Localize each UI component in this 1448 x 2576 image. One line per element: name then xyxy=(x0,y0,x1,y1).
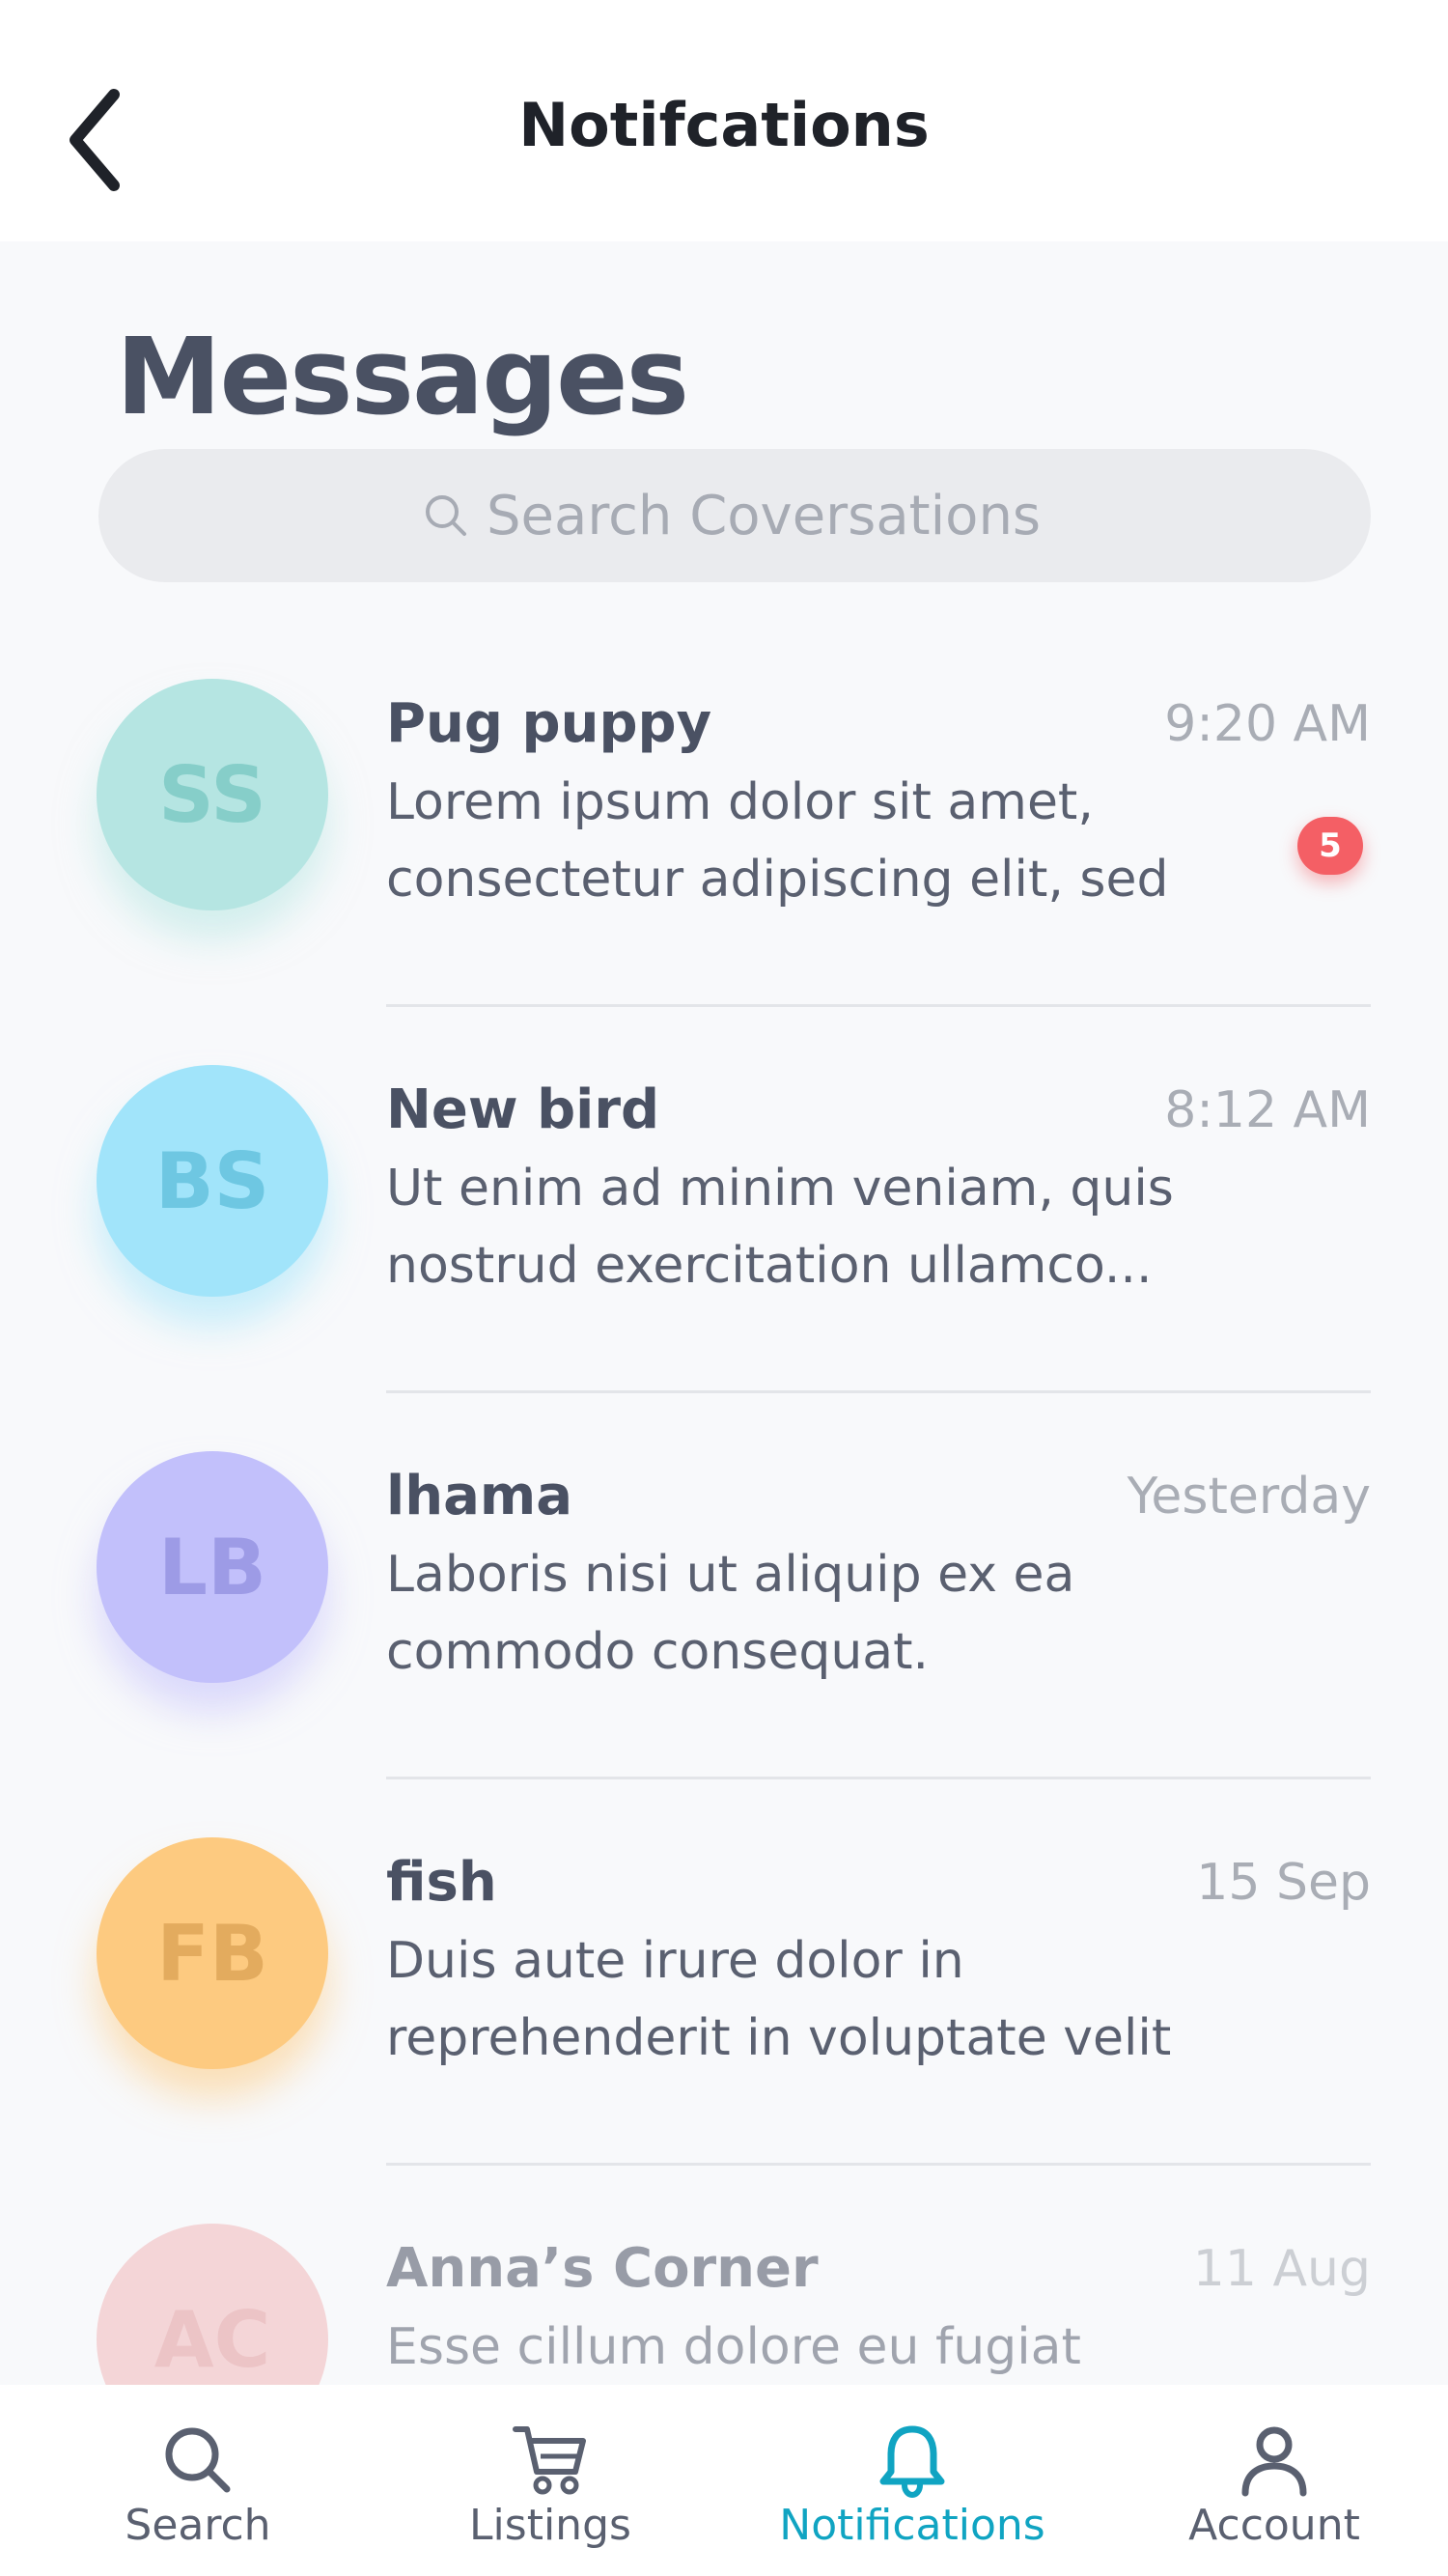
conversation-item[interactable]: SS Pug puppy 9:20 AM Lorem ipsum dolor s… xyxy=(0,679,1448,1065)
conversation-item[interactable]: LB lhama Yesterday Laboris nisi ut aliqu… xyxy=(0,1451,1448,1837)
preview-line: Duis aute irure dolor in xyxy=(386,1932,964,1990)
messages-heading: Messages xyxy=(116,315,689,438)
nav-label: Search xyxy=(125,2501,271,2550)
bottom-nav: Search Listings Notifications Account xyxy=(0,2385,1448,2576)
conversation-item[interactable]: BS New bird 8:12 AM Ut enim ad minim ven… xyxy=(0,1065,1448,1451)
preview-line: Ut enim ad minim veniam, quis xyxy=(386,1160,1174,1218)
bell-icon xyxy=(879,2425,945,2499)
conversation-name: Pug puppy xyxy=(386,692,712,755)
nav-item-account[interactable]: Account xyxy=(1129,2385,1419,2576)
avatar: FB xyxy=(97,1837,328,2069)
divider xyxy=(386,2163,1371,2166)
nav-label: Account xyxy=(1188,2501,1360,2550)
nav-label: Notifications xyxy=(779,2501,1045,2550)
preview-line: consectetur adipiscing elit, sed xyxy=(386,851,1169,909)
conversation-time: 15 Sep xyxy=(1196,1854,1371,1912)
top-bar: Notifcations xyxy=(0,0,1448,241)
conversation-preview: Esse cillum dolore eu fugiat xyxy=(386,2309,1178,2385)
search-icon xyxy=(165,2427,231,2493)
nav-item-listings[interactable]: Listings xyxy=(405,2385,695,2576)
avatar-initials: AC xyxy=(153,2294,271,2385)
divider xyxy=(386,1777,1371,1779)
nav-label: Listings xyxy=(469,2501,631,2550)
conversation-name: New bird xyxy=(386,1078,660,1141)
preview-line: reprehenderit in voluptate velit xyxy=(386,2009,1172,2067)
avatar-initials: LB xyxy=(158,1522,266,1612)
conversation-item[interactable]: AC Anna’s Corner 11 Aug Esse cillum dolo… xyxy=(0,2224,1448,2385)
preview-line: nostrud exercitation ullamco... xyxy=(386,1237,1153,1295)
conversation-time: Yesterday xyxy=(1127,1468,1371,1526)
conversation-preview: Lorem ipsum dolor sit amet, consectetur … xyxy=(386,764,1178,918)
conversation-preview: Duis aute irure dolor in reprehenderit i… xyxy=(386,1922,1178,2077)
nav-item-notifications[interactable]: Notifications xyxy=(767,2385,1057,2576)
conversation-time: 8:12 AM xyxy=(1164,1081,1371,1139)
account-icon xyxy=(1241,2426,1307,2497)
avatar: BS xyxy=(97,1065,328,1297)
avatar: AC xyxy=(97,2224,328,2385)
conversation-preview: Laboris nisi ut aliquip ex ea commodo co… xyxy=(386,1536,1178,1691)
cart-icon xyxy=(513,2426,586,2495)
nav-item-search[interactable]: Search xyxy=(53,2385,343,2576)
conversation-time: 9:20 AM xyxy=(1164,695,1371,753)
preview-line: Laboris nisi ut aliquip ex ea xyxy=(386,1546,1075,1604)
avatar-initials: SS xyxy=(158,749,266,840)
search-input[interactable] xyxy=(487,484,1046,547)
page-title: Notifcations xyxy=(518,90,930,160)
preview-line: Lorem ipsum dolor sit amet, xyxy=(386,773,1094,831)
conversation-name: fish xyxy=(386,1851,497,1914)
conversation-time: 11 Aug xyxy=(1192,2240,1371,2298)
divider xyxy=(386,1004,1371,1007)
avatar: LB xyxy=(97,1451,328,1683)
avatar: SS xyxy=(97,679,328,910)
conversation-name: Anna’s Corner xyxy=(386,2237,819,2300)
preview-line: Esse cillum dolore eu fugiat xyxy=(386,2318,1081,2376)
avatar-initials: FB xyxy=(156,1908,268,1999)
conversation-name: lhama xyxy=(386,1465,572,1527)
conversation-item[interactable]: FB fish 15 Sep Duis aute irure dolor in … xyxy=(0,1837,1448,2224)
avatar-initials: BS xyxy=(154,1135,270,1226)
divider xyxy=(386,1390,1371,1393)
search-icon xyxy=(426,495,466,536)
search-bar[interactable] xyxy=(98,449,1371,582)
conversation-preview: Ut enim ad minim veniam, quis nostrud ex… xyxy=(386,1150,1178,1304)
preview-line: commodo consequat. xyxy=(386,1623,930,1681)
unread-badge: 5 xyxy=(1297,817,1363,875)
